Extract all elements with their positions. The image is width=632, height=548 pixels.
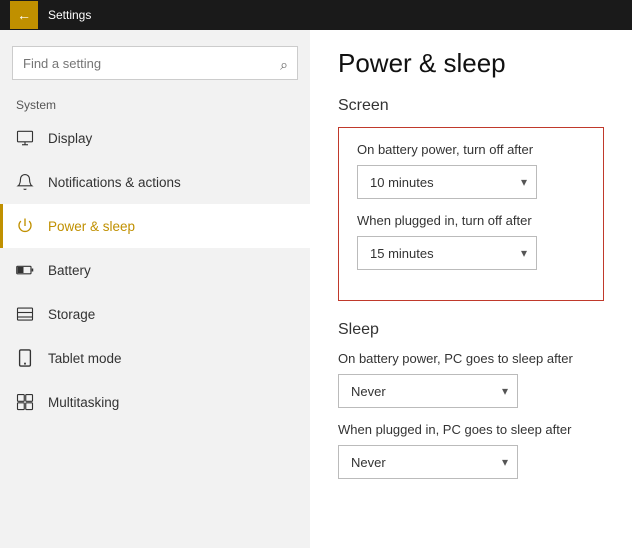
sidebar-item-notifications[interactable]: Notifications & actions bbox=[0, 160, 310, 204]
plugged-screen-label: When plugged in, turn off after bbox=[357, 213, 585, 228]
battery-sleep-dropdown-wrap: 1 minute 2 minutes 5 minutes 10 minutes … bbox=[338, 374, 518, 408]
battery-icon bbox=[16, 261, 34, 279]
tablet-icon bbox=[16, 349, 34, 367]
sidebar-item-multitasking[interactable]: Multitasking bbox=[0, 380, 310, 424]
sidebar-item-power[interactable]: Power & sleep bbox=[0, 204, 310, 248]
sidebar-item-storage[interactable]: Storage bbox=[0, 292, 310, 336]
system-label: System bbox=[0, 92, 310, 116]
tablet-label: Tablet mode bbox=[48, 351, 122, 366]
content-area: Power & sleep Screen On battery power, t… bbox=[310, 30, 632, 548]
multitasking-label: Multitasking bbox=[48, 395, 119, 410]
plugged-screen-dropdown[interactable]: 1 minute 2 minutes 3 minutes 5 minutes 1… bbox=[357, 236, 537, 270]
search-input[interactable] bbox=[12, 46, 298, 80]
display-label: Display bbox=[48, 131, 92, 146]
battery-screen-dropdown-wrap: 1 minute 2 minutes 3 minutes 5 minutes 1… bbox=[357, 165, 537, 199]
plugged-sleep-label: When plugged in, PC goes to sleep after bbox=[338, 422, 604, 437]
battery-label: Battery bbox=[48, 263, 91, 278]
plugged-sleep-dropdown[interactable]: 1 minute 2 minutes 5 minutes 10 minutes … bbox=[338, 445, 518, 479]
power-icon bbox=[16, 217, 34, 235]
page-title: Power & sleep bbox=[338, 48, 604, 79]
storage-label: Storage bbox=[48, 307, 95, 322]
plugged-screen-dropdown-wrap: 1 minute 2 minutes 3 minutes 5 minutes 1… bbox=[357, 236, 537, 270]
sleep-section: Sleep On battery power, PC goes to sleep… bbox=[338, 321, 604, 493]
sidebar: ⌕ System Display Notifications & bbox=[0, 30, 310, 548]
notifications-label: Notifications & actions bbox=[48, 175, 181, 190]
title-bar-text: Settings bbox=[48, 8, 91, 22]
back-icon: ← bbox=[17, 7, 31, 23]
storage-icon bbox=[16, 305, 34, 323]
battery-screen-dropdown[interactable]: 1 minute 2 minutes 3 minutes 5 minutes 1… bbox=[357, 165, 537, 199]
sidebar-item-battery[interactable]: Battery bbox=[0, 248, 310, 292]
notifications-icon bbox=[16, 173, 34, 191]
battery-sleep-dropdown[interactable]: 1 minute 2 minutes 5 minutes 10 minutes … bbox=[338, 374, 518, 408]
screen-section-box: On battery power, turn off after 1 minut… bbox=[338, 127, 604, 301]
title-bar: ← Settings bbox=[0, 0, 632, 30]
battery-sleep-label: On battery power, PC goes to sleep after bbox=[338, 351, 604, 366]
search-box-container: ⌕ bbox=[0, 38, 310, 92]
screen-section-title: Screen bbox=[338, 97, 604, 115]
main-layout: ⌕ System Display Notifications & bbox=[0, 30, 632, 548]
back-button[interactable]: ← bbox=[10, 1, 38, 29]
sidebar-item-display[interactable]: Display bbox=[0, 116, 310, 160]
battery-screen-label: On battery power, turn off after bbox=[357, 142, 585, 157]
multitasking-icon bbox=[16, 393, 34, 411]
power-label: Power & sleep bbox=[48, 219, 135, 234]
display-icon bbox=[16, 129, 34, 147]
sleep-section-title: Sleep bbox=[338, 321, 604, 339]
sidebar-item-tablet[interactable]: Tablet mode bbox=[0, 336, 310, 380]
plugged-sleep-dropdown-wrap: 1 minute 2 minutes 5 minutes 10 minutes … bbox=[338, 445, 518, 479]
